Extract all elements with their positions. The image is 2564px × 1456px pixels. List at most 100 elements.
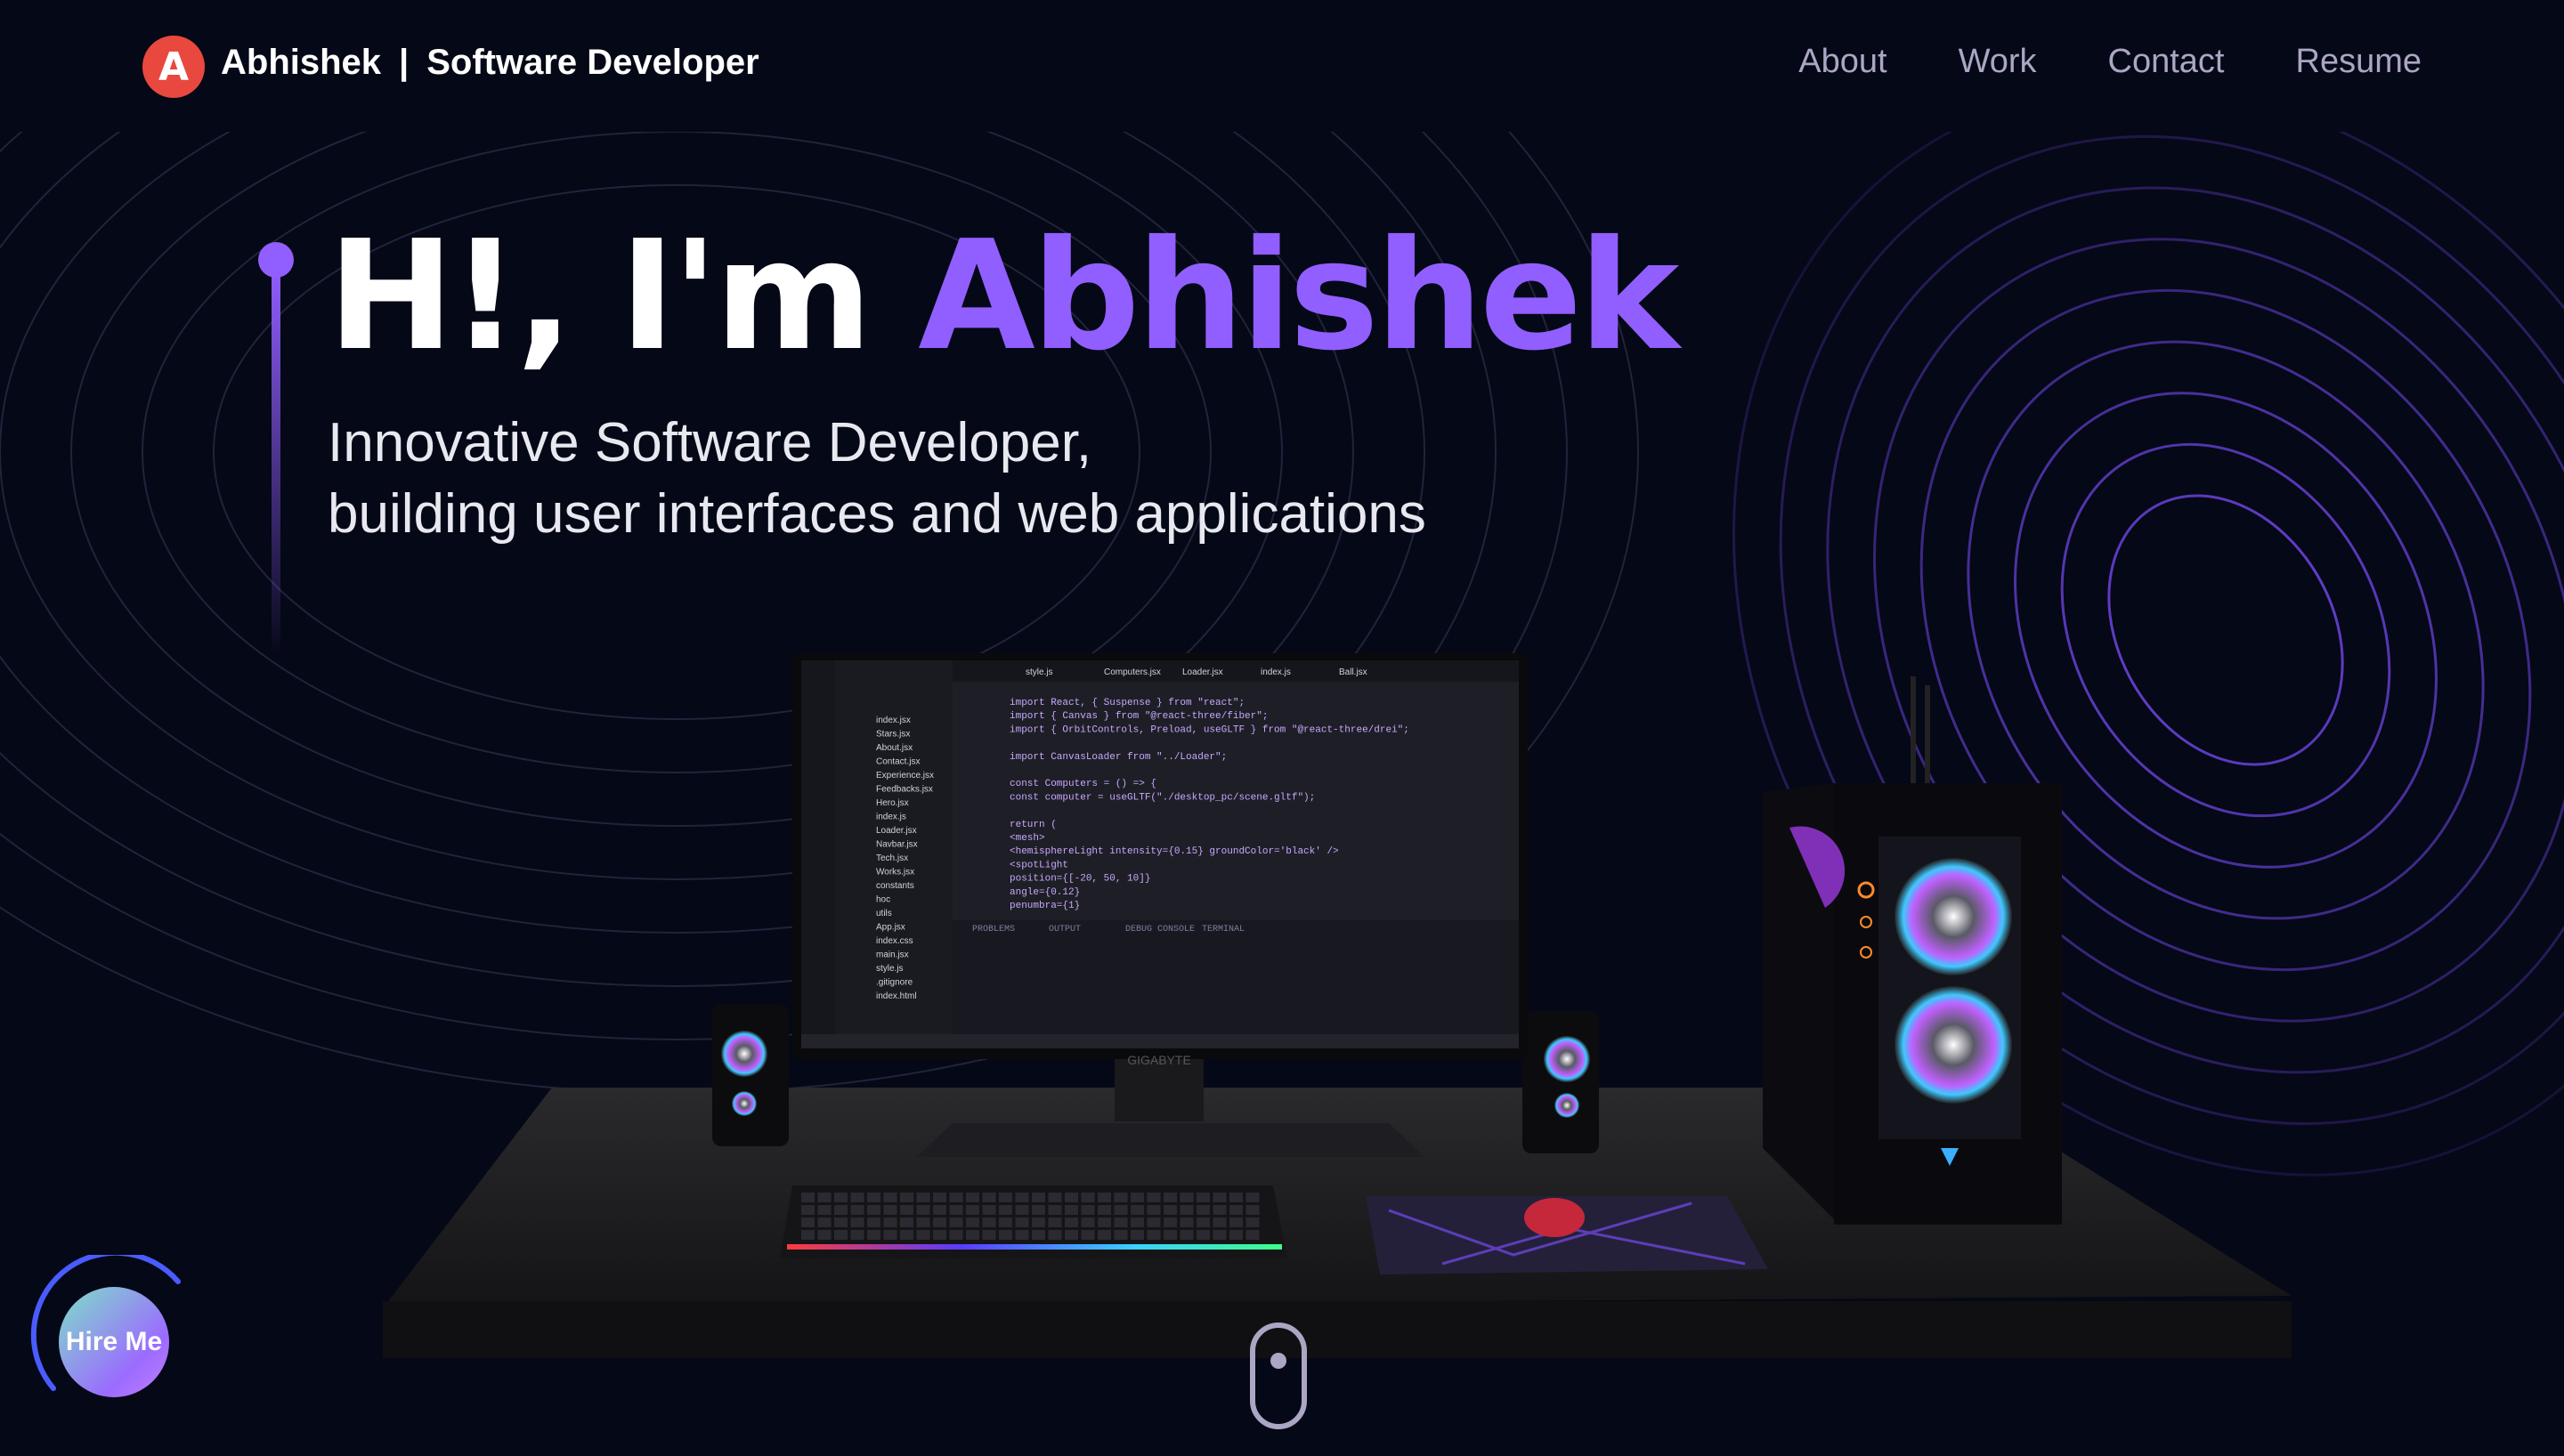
logo[interactable]: A (142, 36, 205, 98)
keyboard-key (1180, 1217, 1194, 1227)
keyboard-key (1098, 1217, 1111, 1227)
keyboard-key (1245, 1230, 1260, 1240)
keyboard-key (949, 1217, 963, 1227)
keyboard-key (867, 1193, 880, 1202)
file-tree-item: Works.jsx (876, 868, 914, 878)
code-line: <spotLight (1010, 860, 1068, 870)
nav-link-contact[interactable]: Contact (2108, 43, 2225, 81)
monitor-stand (1115, 1059, 1204, 1121)
keyboard-key (1065, 1205, 1078, 1215)
file-tree-item: Navbar.jsx (876, 840, 918, 850)
keyboard-key (966, 1217, 979, 1227)
keyboard-key (1015, 1205, 1029, 1215)
keyboard-key (1147, 1217, 1161, 1227)
keyboard-key (1197, 1230, 1210, 1240)
left-speaker (712, 1004, 789, 1146)
hero-title: H!, I'm Abhishek (328, 221, 1679, 372)
code-line: const computer = useGLTF("./desktop_pc/s… (1010, 792, 1315, 803)
hero-line (272, 267, 280, 659)
keyboard-key (1213, 1193, 1227, 1202)
code-line: import { OrbitControls, Preload, useGLTF… (1010, 724, 1409, 735)
brand[interactable]: Abhishek | Software Developer (221, 43, 759, 83)
hero-name: Abhishek (918, 208, 1679, 384)
keyboard-key (933, 1205, 946, 1215)
file-tree-item: Hero.jsx (876, 798, 909, 808)
nav-link-work[interactable]: Work (1959, 43, 2037, 81)
code-line: import { Canvas } from "@react-three/fib… (1010, 711, 1268, 722)
keyboard-key (999, 1217, 1012, 1227)
code-line: import CanvasLoader from "../Loader"; (1010, 752, 1227, 763)
file-tree-item: App.jsx (876, 923, 905, 933)
keyboard-key (1048, 1217, 1062, 1227)
terminal-tab: DEBUG CONSOLE (1125, 925, 1195, 934)
keyboard-key (1164, 1205, 1177, 1215)
keyboard-key (883, 1230, 897, 1240)
code-line: import React, { Suspense } from "react"; (1010, 698, 1245, 708)
keyboard-key (999, 1205, 1012, 1215)
code-line: <hemisphereLight intensity={0.15} ground… (1010, 846, 1339, 857)
hire-me-button[interactable]: Hire Me (59, 1287, 169, 1397)
keyboard-key (867, 1230, 880, 1240)
keyboard-key (883, 1193, 897, 1202)
keyboard-key (1131, 1205, 1144, 1215)
keyboard-key (1032, 1193, 1045, 1202)
code-line: position={[-20, 50, 10]} (1010, 874, 1150, 885)
scroll-wheel-dot (1270, 1353, 1286, 1369)
terminal-tab: PROBLEMS (972, 925, 1015, 934)
file-tree-item: Stars.jsx (876, 730, 910, 740)
terminal-tab: TERMINAL (1202, 925, 1245, 934)
keyboard-key (883, 1205, 897, 1215)
keyboard-key (850, 1230, 864, 1240)
brand-role: Software Developer (426, 43, 759, 82)
keyboard-key (933, 1217, 946, 1227)
keyboard-key (1048, 1205, 1062, 1215)
nav-link-resume[interactable]: Resume (2296, 43, 2422, 81)
keyboard-key (1131, 1193, 1144, 1202)
pc-tower (1763, 676, 2062, 1225)
file-tree-item: index.jsx (876, 716, 911, 725)
keyboard-key (1147, 1230, 1161, 1240)
nav-link-about[interactable]: About (1798, 43, 1886, 81)
keyboard-key (933, 1193, 946, 1202)
keyboard-key (916, 1230, 930, 1240)
keyboard-key (966, 1193, 979, 1202)
editor-tab: Computers.jsx (1104, 667, 1161, 677)
file-tree-item: index.css (876, 936, 913, 946)
file-tree-item: .gitignore (876, 978, 913, 988)
keyboard-key (1065, 1193, 1078, 1202)
keyboard-key (1197, 1217, 1210, 1227)
file-tree-item: Experience.jsx (876, 771, 934, 781)
file-tree-item: main.jsx (876, 950, 909, 960)
editor-tab: style.js (1026, 667, 1053, 677)
keyboard-key (1197, 1205, 1210, 1215)
keyboard-key (1245, 1205, 1260, 1215)
keyboard-key (1180, 1193, 1194, 1202)
file-tree-item: index.html (876, 991, 917, 1001)
keyboard-key (1180, 1205, 1194, 1215)
keyboard-key (1015, 1193, 1029, 1202)
keyboard-key (883, 1217, 897, 1227)
keyboard-key (817, 1193, 832, 1202)
keyboard-key (1098, 1205, 1111, 1215)
file-tree-item: index.js (876, 813, 906, 822)
nav-links: About Work Contact Resume (1798, 43, 2422, 81)
keyboard-key (1197, 1193, 1210, 1202)
keyboard-key (900, 1193, 913, 1202)
brand-separator: | (399, 43, 410, 82)
keyboard-key (801, 1205, 815, 1215)
keyboard-key (1081, 1230, 1095, 1240)
keyboard-key (1032, 1230, 1045, 1240)
keyboard-key (949, 1193, 963, 1202)
keyboard-key (982, 1217, 996, 1227)
keyboard-key (1032, 1205, 1045, 1215)
keyboard-key (1048, 1193, 1062, 1202)
keyboard-key (982, 1193, 996, 1202)
keyboard-key (1213, 1230, 1227, 1240)
hero-greeting: H!, I'm (328, 208, 919, 384)
editor-tab: Ball.jsx (1339, 667, 1367, 677)
keyboard-key (834, 1217, 848, 1227)
code-line: return ( (1010, 820, 1057, 830)
code-line: penumbra={1} (1010, 901, 1080, 911)
scroll-indicator[interactable] (1250, 1323, 1307, 1429)
code-line: <mesh> (1010, 833, 1045, 844)
